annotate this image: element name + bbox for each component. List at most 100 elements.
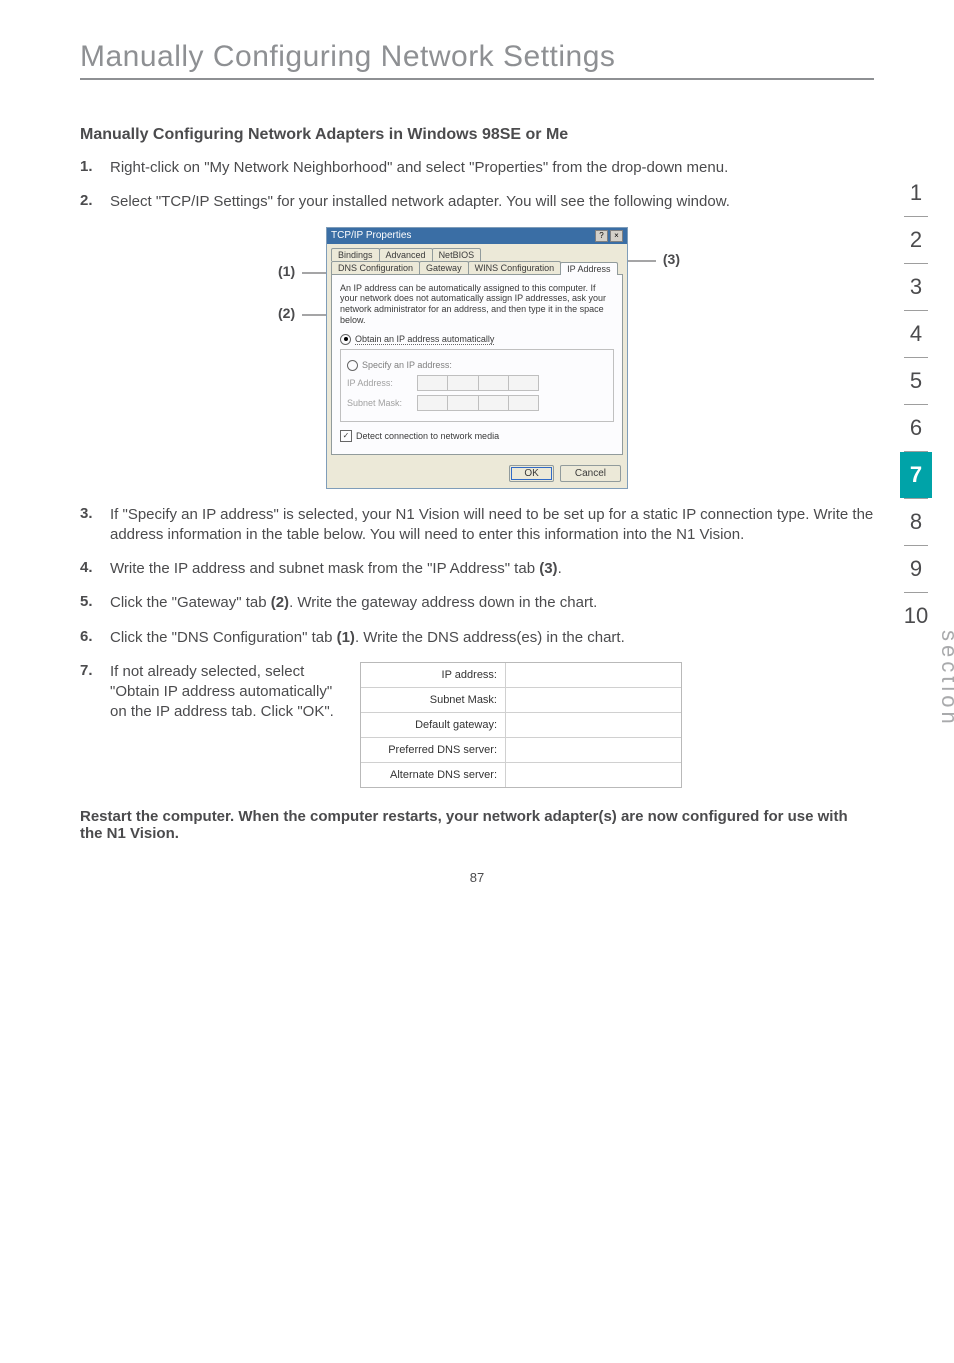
subnet-mask-label: Subnet Mask: bbox=[347, 398, 411, 408]
tab-10[interactable]: 10 bbox=[900, 593, 932, 639]
tab-7-active[interactable]: 7 bbox=[900, 452, 932, 498]
ip-address-label: IP address: bbox=[361, 663, 505, 687]
tab-dns-configuration[interactable]: DNS Configuration bbox=[331, 261, 420, 274]
step-text-part: . Write the DNS address(es) in the chart… bbox=[355, 629, 625, 646]
step-text: If not already selected, select "Obtain … bbox=[110, 662, 340, 723]
tab-4[interactable]: 4 bbox=[900, 311, 932, 357]
tab-gateway[interactable]: Gateway bbox=[419, 261, 469, 274]
step-number: 6. bbox=[80, 628, 110, 648]
tabs-row-top: Bindings Advanced NetBIOS bbox=[327, 244, 627, 261]
detect-connection-row[interactable]: ✓ Detect connection to network media bbox=[340, 430, 614, 442]
step-2: 2. Select "TCP/IP Settings" for your ins… bbox=[80, 192, 874, 212]
table-row: Default gateway: bbox=[361, 713, 681, 738]
preferred-dns-value bbox=[505, 738, 681, 762]
callout-1: (1) bbox=[278, 263, 295, 279]
subnet-mask-value bbox=[505, 688, 681, 712]
subnet-mask-label: Subnet Mask: bbox=[361, 688, 505, 712]
step-1: 1. Right-click on "My Network Neighborho… bbox=[80, 158, 874, 178]
tab-ip-address[interactable]: IP Address bbox=[560, 262, 617, 275]
step-3: 3. If "Specify an IP address" is selecte… bbox=[80, 505, 874, 546]
step-number: 5. bbox=[80, 593, 110, 613]
checkbox-icon: ✓ bbox=[340, 430, 352, 442]
step-text-bold: (1) bbox=[337, 629, 355, 646]
tab-netbios[interactable]: NetBIOS bbox=[432, 248, 482, 261]
subnet-mask-input[interactable] bbox=[417, 395, 539, 411]
step-5: 5. Click the "Gateway" tab (2). Write th… bbox=[80, 593, 874, 613]
ip-address-value bbox=[505, 663, 681, 687]
section-vertical-label: section bbox=[936, 630, 954, 728]
step-6: 6. Click the "DNS Configuration" tab (1)… bbox=[80, 628, 874, 648]
step-text-part: . bbox=[558, 560, 562, 577]
radio-label: Obtain an IP address automatically bbox=[355, 334, 494, 345]
step-text: Click the "Gateway" tab (2). Write the g… bbox=[110, 593, 597, 613]
default-gateway-label: Default gateway: bbox=[361, 713, 505, 737]
subnet-mask-row: Subnet Mask: bbox=[347, 395, 607, 411]
radio-icon bbox=[347, 360, 358, 371]
checkbox-label: Detect connection to network media bbox=[356, 431, 499, 441]
step-text: If "Specify an IP address" is selected, … bbox=[110, 505, 874, 546]
tab-9[interactable]: 9 bbox=[900, 546, 932, 592]
address-table: IP address: Subnet Mask: Default gateway… bbox=[360, 662, 682, 788]
radio-obtain-auto[interactable]: Obtain an IP address automatically bbox=[340, 334, 614, 345]
specify-ip-group: Specify an IP address: IP Address: Subne… bbox=[340, 349, 614, 422]
tab-content: An IP address can be automatically assig… bbox=[331, 274, 623, 455]
table-row: IP address: bbox=[361, 663, 681, 688]
page-number: 87 bbox=[80, 870, 874, 885]
alternate-dns-value bbox=[505, 763, 681, 787]
default-gateway-value bbox=[505, 713, 681, 737]
callout-line bbox=[302, 311, 326, 319]
step-number: 2. bbox=[80, 192, 110, 212]
dialog-title-text: TCP/IP Properties bbox=[331, 230, 411, 241]
alternate-dns-label: Alternate DNS server: bbox=[361, 763, 505, 787]
tab-5[interactable]: 5 bbox=[900, 358, 932, 404]
table-row: Alternate DNS server: bbox=[361, 763, 681, 787]
callout-3: (3) bbox=[663, 251, 680, 267]
step-text-part: Click the "DNS Configuration" tab bbox=[110, 629, 337, 646]
cancel-button[interactable]: Cancel bbox=[560, 465, 621, 482]
radio-label: Specify an IP address: bbox=[362, 360, 452, 370]
callout-line bbox=[628, 257, 656, 265]
help-button[interactable]: ? bbox=[595, 230, 608, 242]
step-number: 1. bbox=[80, 158, 110, 178]
dialog-titlebar: TCP/IP Properties ? × bbox=[327, 228, 627, 244]
ok-button[interactable]: OK bbox=[509, 465, 553, 482]
tab-6[interactable]: 6 bbox=[900, 405, 932, 451]
step-text-part: Click the "Gateway" tab bbox=[110, 594, 271, 611]
step-number: 3. bbox=[80, 505, 110, 546]
step-number: 7. bbox=[80, 662, 110, 788]
step-text-part: . Write the gateway address down in the … bbox=[289, 594, 597, 611]
tcpip-properties-dialog: TCP/IP Properties ? × Bindings Advanced … bbox=[326, 227, 628, 489]
tab-advanced[interactable]: Advanced bbox=[379, 248, 433, 261]
tab-bindings[interactable]: Bindings bbox=[331, 248, 380, 261]
section-tabs: 1 2 3 4 5 6 7 8 9 10 bbox=[900, 170, 932, 639]
close-button[interactable]: × bbox=[610, 230, 623, 242]
tab-2[interactable]: 2 bbox=[900, 217, 932, 263]
radio-specify-ip[interactable]: Specify an IP address: bbox=[347, 360, 607, 371]
tab-wins-configuration[interactable]: WINS Configuration bbox=[468, 261, 562, 274]
step-text-part: Write the IP address and subnet mask fro… bbox=[110, 560, 539, 577]
callout-2: (2) bbox=[278, 305, 295, 321]
dialog-buttons: OK Cancel bbox=[327, 459, 627, 488]
step-4: 4. Write the IP address and subnet mask … bbox=[80, 559, 874, 579]
chapter-title: Manually Configuring Network Settings bbox=[80, 40, 874, 74]
tab-1[interactable]: 1 bbox=[900, 170, 932, 216]
step-number: 4. bbox=[80, 559, 110, 579]
tab-3[interactable]: 3 bbox=[900, 264, 932, 310]
step-text: Right-click on "My Network Neighborhood"… bbox=[110, 158, 728, 178]
dialog-description: An IP address can be automatically assig… bbox=[340, 283, 614, 326]
section-heading: Manually Configuring Network Adapters in… bbox=[80, 126, 874, 144]
tcpip-dialog-figure: (1) (2) (3) TCP/IP Properties ? × Bindin… bbox=[80, 227, 874, 489]
step-text: Select "TCP/IP Settings" for your instal… bbox=[110, 192, 730, 212]
table-row: Preferred DNS server: bbox=[361, 738, 681, 763]
ip-address-row: IP Address: bbox=[347, 375, 607, 391]
tab-8[interactable]: 8 bbox=[900, 499, 932, 545]
tabs-row-bottom: DNS Configuration Gateway WINS Configura… bbox=[327, 261, 627, 274]
preferred-dns-label: Preferred DNS server: bbox=[361, 738, 505, 762]
radio-icon bbox=[340, 334, 351, 345]
chapter-underline bbox=[80, 78, 874, 80]
step-text: Write the IP address and subnet mask fro… bbox=[110, 559, 562, 579]
table-row: Subnet Mask: bbox=[361, 688, 681, 713]
step-7: 7. If not already selected, select "Obta… bbox=[80, 662, 874, 788]
ip-address-input[interactable] bbox=[417, 375, 539, 391]
step-text: Click the "DNS Configuration" tab (1). W… bbox=[110, 628, 625, 648]
